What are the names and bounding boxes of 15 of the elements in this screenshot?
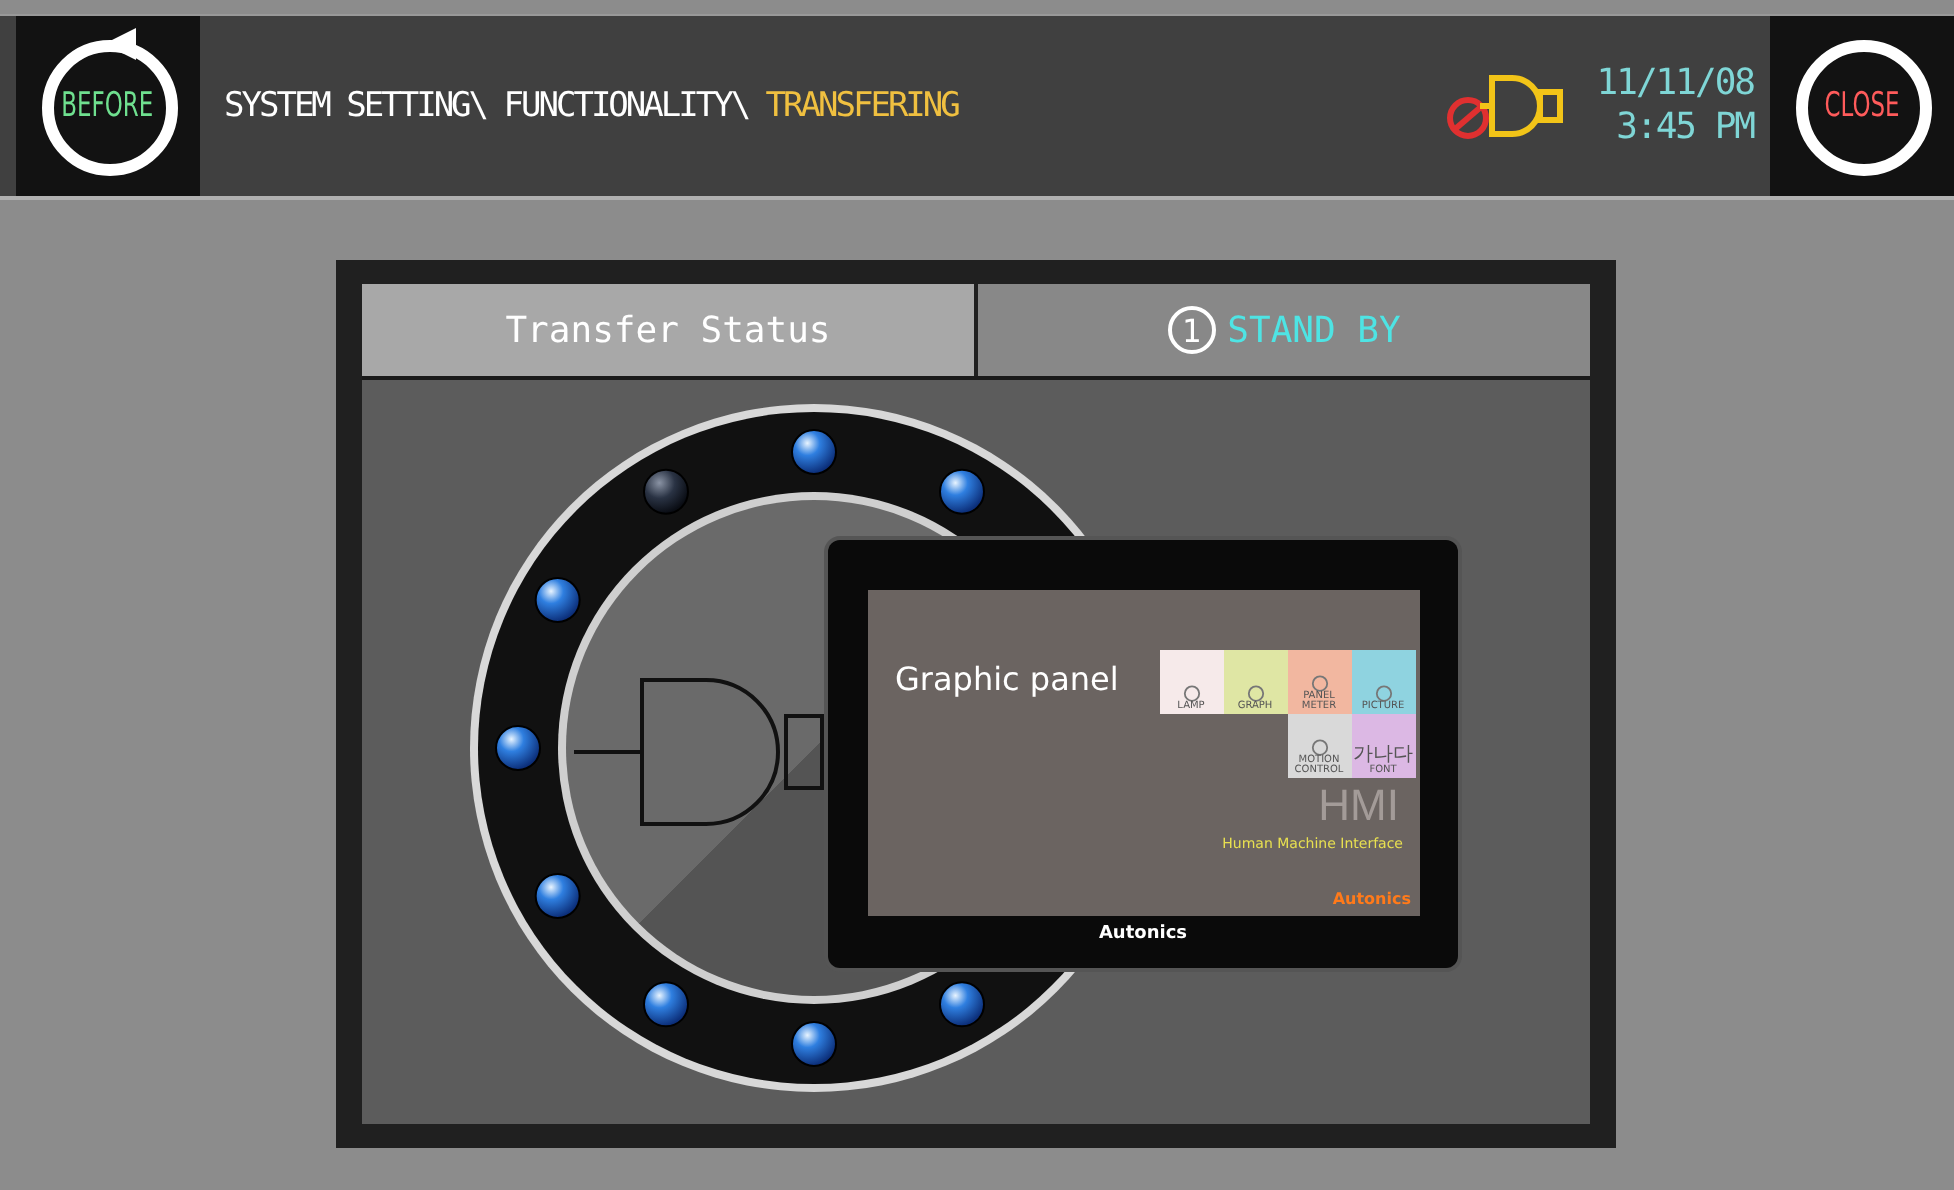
status-label: Transfer Status [362, 284, 978, 376]
screen-title: Graphic panel [895, 660, 1119, 698]
time-text: 3:45 PM [1616, 106, 1754, 151]
screen-brand: Autonics [1332, 890, 1411, 908]
before-button[interactable]: BEFORE [16, 16, 200, 196]
close-button[interactable]: CLOSE [1770, 16, 1954, 196]
status-value: STAND BY [1227, 309, 1401, 351]
date-text: 11/11/08 [1596, 61, 1754, 106]
breadcrumb-item: FUNCTIONALITY\ [503, 86, 751, 126]
breadcrumb-item: SYSTEM SETTING\ [224, 86, 489, 126]
tile-glyph: 가나다 [1353, 744, 1413, 766]
watermark-text: HMI [1318, 784, 1399, 828]
step-number: 1 [1167, 306, 1216, 354]
bezel-brand: Autonics [1098, 924, 1188, 944]
breadcrumb-item: TRANSFERING [765, 86, 958, 126]
